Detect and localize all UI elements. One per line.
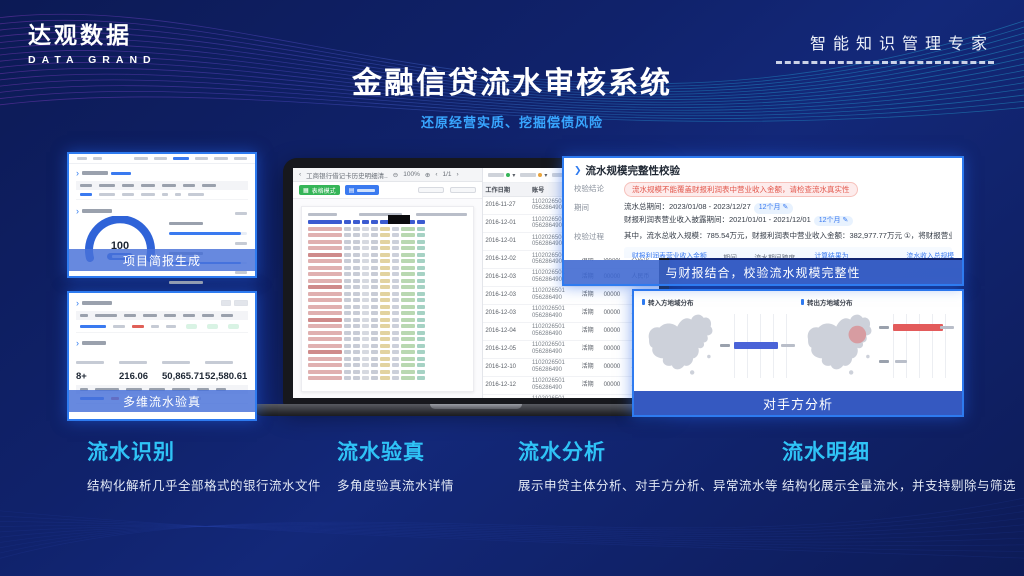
brand-name-cn: 达观数据	[28, 16, 157, 50]
panel-caption: 项目简报生成	[69, 249, 255, 271]
counterparty-panel: 转入方地域分布 转出方地域分布	[632, 289, 964, 417]
feature-title: 流水验真	[337, 436, 454, 466]
panel-caption: 多维流水验真	[69, 390, 255, 412]
conclusion-label: 校验结论	[574, 182, 624, 194]
feature-desc: 结构化解析几乎全部格式的银行流水文件	[87, 475, 321, 494]
section-title: ›	[76, 298, 255, 308]
china-map-highlight	[801, 310, 889, 382]
document-viewer: ‹ 工商银行借记卡历史明细清.. ⊖ 100% ⊕ ‹ 1/1 › ▦ 表格模式…	[293, 168, 483, 398]
table-mode-button[interactable]: ▦ 表格模式	[299, 185, 340, 195]
next-page-icon[interactable]: ›	[457, 171, 459, 178]
feature-title: 流水明细	[782, 436, 1016, 466]
inflow-chart-title: 转入方地域分布	[648, 297, 694, 307]
panel-caption: 对手方分析	[634, 391, 962, 415]
stat-value: 52,580.61	[205, 371, 248, 382]
integrity-panel: ❯ 流水规模完整性校验 校验结论 流水规模不能覆盖财报利润表中营业收入金额，请检…	[562, 156, 964, 286]
check-icon: ▤	[349, 187, 355, 194]
integrity-title: ❯ 流水规模完整性校验	[574, 163, 952, 178]
zoom-in-icon[interactable]: ⊕	[425, 171, 430, 179]
mini-table	[76, 181, 248, 200]
page-indicator: 1/1	[443, 171, 452, 178]
formula-item: 流水收入总规模785.54 万元	[907, 250, 960, 259]
outflow-geo-chart: 转出方地域分布	[801, 297, 954, 389]
prev-page-icon[interactable]: ‹	[435, 171, 437, 178]
stat-item: 52,580.61	[205, 351, 248, 382]
doc-toolbar: ‹ 工商银行借记卡历史明细清.. ⊖ 100% ⊕ ‹ 1/1 ›	[293, 168, 482, 182]
section-title: ›	[76, 168, 255, 178]
back-icon[interactable]: ‹	[299, 171, 301, 178]
verify-stats: 8+216.0650,865.7152,580.61	[76, 351, 248, 382]
table-icon: ▦	[303, 187, 309, 194]
stats-section-title: ›	[76, 338, 255, 348]
doc-title: 工商银行借记卡历史明细清..	[306, 170, 388, 180]
period-badge[interactable]: 12个月 ✎	[814, 216, 854, 227]
score-detail-item	[169, 212, 247, 235]
process-text: 其中，流水总收入规模：785.54万元，财报利润表中营业收入金额：382,977…	[624, 230, 952, 241]
page-subtitle: 还原经营实质、挖掘偿债风险	[0, 112, 1024, 131]
page-title: 金融信贷流水审核系统	[0, 58, 1024, 102]
inflow-bar-chart	[734, 314, 795, 378]
slide: 达观数据 DATA GRAND 智能知识管理专家 金融信贷流水审核系统 还原经营…	[0, 0, 1024, 576]
formula-item: 流水期间跨度12	[754, 252, 795, 259]
formula-operator: >	[894, 255, 899, 258]
stat-value: 50,865.71	[162, 371, 205, 382]
period-badge[interactable]: 12个月 ✎	[754, 203, 794, 214]
conclusion-warning: 流水规模不能覆盖财报利润表中营业收入金额，请检查流水真实性	[624, 182, 858, 197]
chevron-icon: ❯	[574, 165, 582, 176]
formula-operator: =	[802, 255, 807, 258]
feature-desc: 多角度验真流水详情	[337, 475, 454, 494]
stat-item: 50,865.71	[162, 351, 205, 382]
feature-recognition: 流水识别 结构化解析几乎全部格式的银行流水文件	[87, 436, 321, 494]
panel-caption: 与财报结合，校验流水规模完整性	[564, 260, 962, 284]
stat-item: 8+	[76, 351, 119, 382]
verify-table	[76, 311, 248, 333]
feature-details: 流水明细 结构化展示全量流水，并支持剔除与筛选	[782, 436, 1016, 494]
check-mode-button[interactable]: ▤	[345, 185, 380, 195]
redaction-box	[388, 215, 410, 224]
filter-card[interactable]: ▾	[520, 172, 547, 179]
feature-desc: 结构化展示全量流水，并支持剔除与筛选	[782, 475, 1016, 494]
stat-item: 216.06	[119, 351, 162, 382]
briefing-panel: › › 100 项目简报生成	[67, 152, 257, 278]
mini-navbar	[69, 154, 255, 164]
feature-desc: 展示申贷主体分析、对手方分析、异常流水等	[518, 475, 778, 494]
china-map	[642, 310, 730, 382]
feature-title: 流水分析	[518, 436, 778, 466]
verify-panel: › › 8+216.0650,865.7152,580.61 多维流水验真	[67, 291, 257, 421]
formula-item: 财报利润表营业收入金额382,977.77万 元	[632, 250, 707, 259]
formula-operator: *	[744, 255, 748, 258]
formula-operator: /	[714, 255, 717, 258]
outflow-bar-chart	[893, 314, 954, 378]
process-label: 校验过程	[574, 230, 624, 242]
tagline-text: 智能知识管理专家	[776, 30, 994, 54]
integrity-formula: 财报利润表营业收入金额382,977.77万 元 / 期间12 * 流水期间跨度12 = 计…	[624, 247, 952, 259]
filter-account[interactable]: ▾	[488, 172, 515, 179]
formula-item: 期间12	[723, 252, 737, 259]
outflow-chart-title: 转出方地域分布	[807, 297, 853, 307]
scanned-statement	[301, 206, 474, 392]
region-highlight-bubble	[849, 326, 867, 344]
zoom-level: 100%	[403, 171, 420, 178]
period-label: 期间	[574, 201, 624, 213]
formula-item: 计算结果为382,977.77 万元	[814, 250, 887, 259]
feature-verification: 流水验真 多角度验真流水详情	[337, 436, 454, 494]
feature-title: 流水识别	[87, 436, 321, 466]
doc-mode-bar: ▦ 表格模式 ▤	[293, 182, 482, 199]
stat-value: 216.06	[119, 371, 162, 382]
zoom-out-icon[interactable]: ⊖	[393, 171, 398, 179]
toggle-assist-button[interactable]	[450, 187, 476, 193]
view-original-button[interactable]	[418, 187, 444, 193]
inflow-geo-chart: 转入方地域分布	[642, 297, 795, 389]
feature-analysis: 流水分析 展示申贷主体分析、对手方分析、异常流水等	[518, 436, 778, 494]
period-values: 流水总期间：2023/01/08 - 2023/12/2712个月 ✎ 财报利润…	[624, 201, 853, 226]
stat-value: 8+	[76, 371, 119, 382]
